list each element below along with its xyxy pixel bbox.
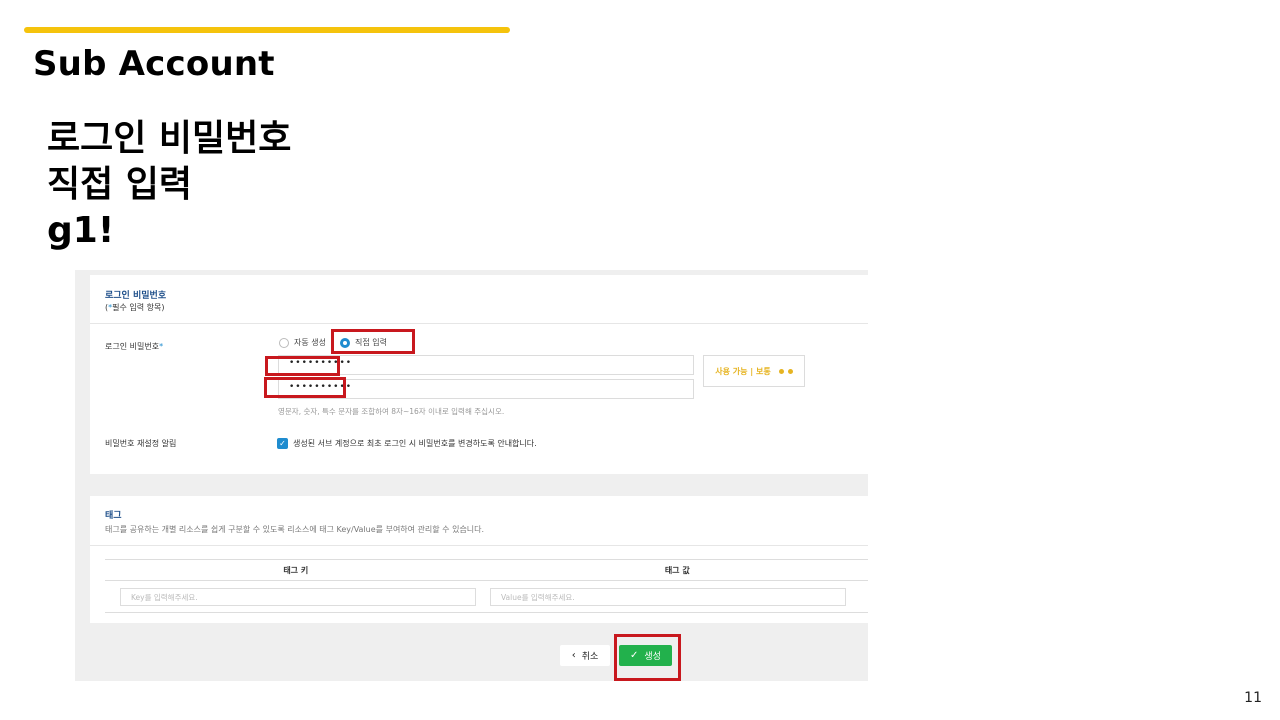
password-input[interactable]: ••••••••••: [278, 355, 694, 375]
required-note: (*필수 입력 항목): [105, 303, 165, 312]
radio-circle-selected: [340, 337, 350, 348]
console-screenshot: 로그인 비밀번호 (*필수 입력 항목) 로그인 비밀번호* 자동 생성 직접 …: [75, 270, 868, 681]
table-bottom-line: [105, 612, 868, 613]
cancel-button[interactable]: ‹ 취소: [560, 645, 610, 666]
slide-title: Sub Account: [33, 44, 275, 84]
password-confirm-input[interactable]: ••••••••••: [278, 379, 694, 399]
reset-notify-checkbox[interactable]: ✓: [277, 438, 288, 449]
slide-body-line-1: 로그인 비밀번호: [47, 118, 292, 159]
tag-section-title: 태그: [105, 511, 122, 521]
tag-key-column: 태그 키: [283, 565, 309, 575]
radio-auto-generate[interactable]: 자동 생성: [279, 337, 326, 348]
password-panel: 로그인 비밀번호 (*필수 입력 항목) 로그인 비밀번호* 자동 생성 직접 …: [90, 275, 868, 474]
create-button[interactable]: ✓ 생성: [619, 645, 672, 666]
page-number: 11: [1244, 690, 1262, 706]
divider: [90, 545, 868, 546]
divider: [90, 323, 868, 324]
check-icon: ✓: [279, 439, 286, 448]
check-icon: ✓: [630, 650, 639, 661]
strength-dot: [778, 368, 784, 374]
chevron-left-icon: ‹: [571, 650, 576, 661]
tag-description: 태그를 공유하는 개별 리소스를 쉽게 구분할 수 있도록 리소스에 태그 Ke…: [105, 525, 485, 534]
strength-dot: [787, 368, 793, 374]
tag-value-input[interactable]: Value를 입력해주세요.: [490, 588, 846, 606]
password-label: 로그인 비밀번호*: [105, 342, 164, 351]
tag-key-input[interactable]: Key를 입력해주세요.: [120, 588, 476, 606]
password-hint: 영문자, 숫자, 특수 문자를 조합하여 8자~16자 이내로 입력해 주십시오…: [278, 407, 505, 416]
tag-table-header: 태그 키 태그 값: [105, 559, 868, 581]
slide-body: 로그인 비밀번호 직접 입력 g1!: [47, 116, 291, 254]
radio-circle: [279, 337, 289, 348]
reset-notify-label: 비밀번호 재설정 알림: [105, 439, 177, 448]
title-accent-bar: [24, 27, 510, 33]
tag-value-column: 태그 값: [664, 565, 690, 575]
radio-manual-input[interactable]: 직접 입력: [340, 337, 387, 348]
password-section-title: 로그인 비밀번호: [105, 291, 167, 301]
password-strength-badge: 사용 가능 | 보통: [703, 355, 805, 387]
slide-body-line-3: g1!: [47, 210, 115, 251]
tag-panel: 태그 태그를 공유하는 개별 리소스를 쉽게 구분할 수 있도록 리소스에 태그…: [90, 496, 868, 623]
reset-notify-text: 생성된 서브 계정으로 최초 로그인 시 비밀번호를 변경하도록 안내합니다.: [293, 439, 537, 448]
slide-body-line-2: 직접 입력: [47, 164, 193, 205]
